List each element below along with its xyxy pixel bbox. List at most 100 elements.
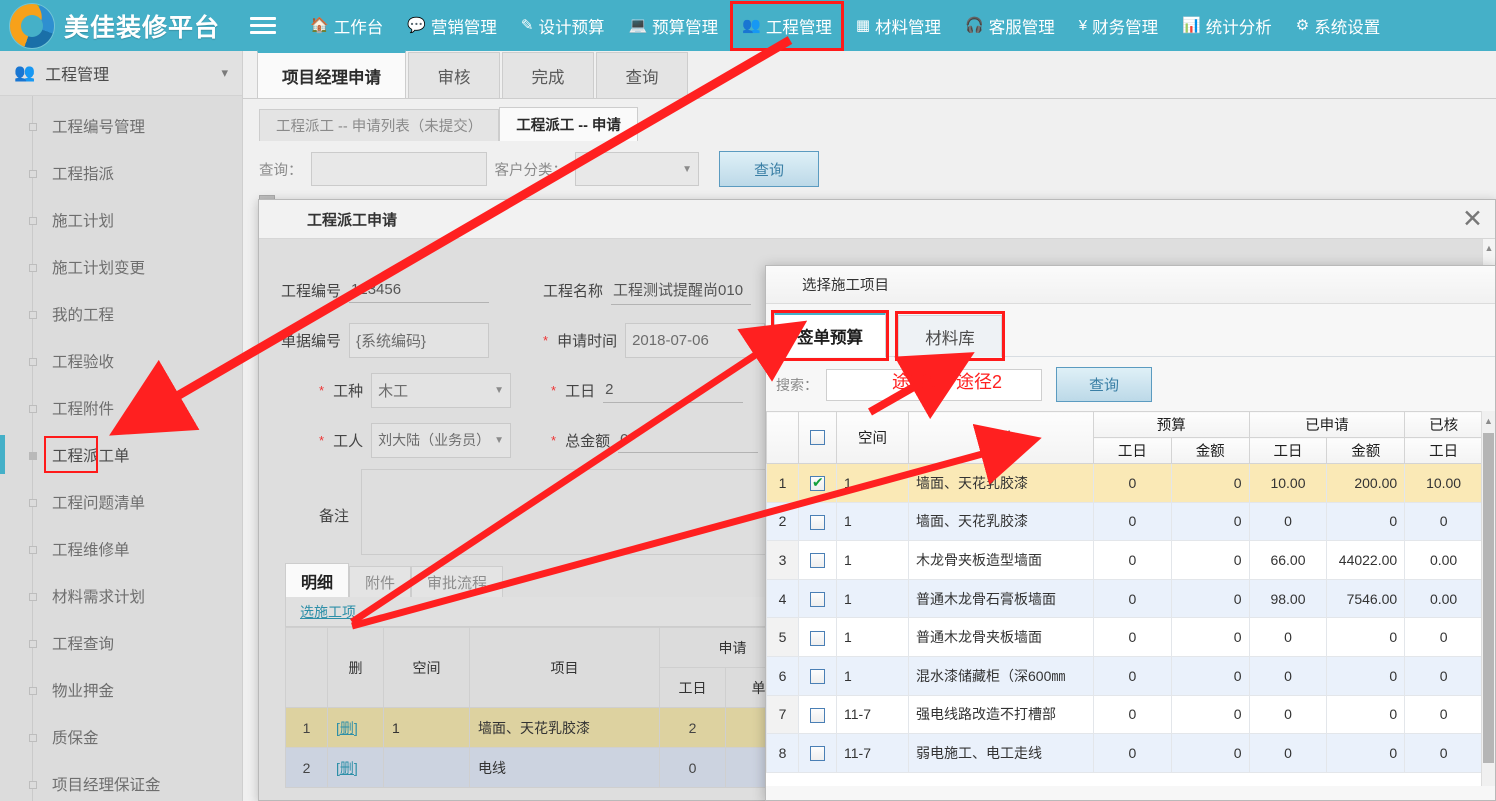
sidebar-item-warranty-deposit[interactable]: 质保金 bbox=[0, 713, 242, 760]
sidebar-item-pm-guarantee-deposit[interactable]: 项目经理保证金 bbox=[0, 760, 242, 801]
close-icon[interactable]: ✕ bbox=[1462, 207, 1483, 232]
hamburger-icon[interactable] bbox=[250, 13, 276, 38]
sidebar-item-problem-list[interactable]: 工程问题清单 bbox=[0, 478, 242, 525]
inner-cell-checkbox[interactable] bbox=[799, 579, 837, 618]
scroll-up-icon[interactable]: ▲ bbox=[1482, 411, 1495, 431]
field-value[interactable]: 2018-07-06 bbox=[625, 323, 765, 358]
worker-select[interactable]: 刘大陆（业务员） ▼ bbox=[371, 423, 511, 458]
sidebar-item-dispatch-order[interactable]: 工程派工单 bbox=[0, 431, 242, 478]
nav-item-marketing[interactable]: 💬 营销管理 bbox=[395, 1, 509, 51]
field-value[interactable]: {系统编码} bbox=[349, 323, 489, 358]
sidebar-item-repair-order[interactable]: 工程维修单 bbox=[0, 525, 242, 572]
inner-query-button[interactable]: 查询 bbox=[1056, 367, 1152, 402]
sidebar-item-my-projects[interactable]: 我的工程 bbox=[0, 290, 242, 337]
inner-cell-checkbox[interactable] bbox=[799, 656, 837, 695]
inner-search-input[interactable] bbox=[826, 369, 1042, 401]
field-value[interactable]: 2 bbox=[603, 377, 743, 403]
inner-cell-checkbox[interactable] bbox=[799, 695, 837, 734]
detail-tab-items[interactable]: 明细 bbox=[285, 563, 349, 597]
query-button[interactable]: 查询 bbox=[719, 151, 819, 187]
sidebar-item-project-assign[interactable]: 工程指派 bbox=[0, 149, 242, 196]
nav-item-statistics[interactable]: 📊 统计分析 bbox=[1170, 1, 1284, 51]
inner-grid-vertical-scrollbar[interactable]: ▲ bbox=[1481, 411, 1495, 786]
nav-item-workbench[interactable]: 🏠 工作台 bbox=[298, 1, 395, 51]
inner-cell-checkbox[interactable] bbox=[799, 734, 837, 773]
detail-delete-link[interactable]: [删] bbox=[328, 708, 384, 748]
inner-cell-checkbox[interactable] bbox=[799, 502, 837, 541]
table-row[interactable]: 7 11-7 强电线路改造不打槽部 0 0 0 0 0 bbox=[767, 695, 1483, 734]
detail-col-delete[interactable]: 删 bbox=[328, 628, 384, 708]
customer-category-select[interactable]: ▼ bbox=[575, 152, 699, 186]
nav-items: 🏠 工作台 💬 营销管理 ✎ 设计预算 💻 预算管理 👥 工程管理 ▦ bbox=[298, 1, 1392, 51]
inner-col-space[interactable]: 空间 bbox=[837, 412, 909, 464]
field-value[interactable]: 工程测试提醒尚010 bbox=[611, 275, 751, 305]
nav-item-project-mgmt[interactable]: 👥 工程管理 bbox=[730, 1, 844, 51]
detail-col-item[interactable]: 项目 bbox=[470, 628, 660, 708]
select-construction-item-link[interactable]: 选施工项 bbox=[300, 602, 356, 622]
row-checkbox[interactable] bbox=[810, 553, 825, 568]
subtab-application[interactable]: 工程派工 -- 申请 bbox=[499, 107, 638, 141]
select-all-checkbox[interactable] bbox=[810, 430, 825, 445]
inner-cell-checkbox[interactable] bbox=[799, 464, 837, 503]
nav-item-customer-service[interactable]: 🎧 客服管理 bbox=[953, 1, 1067, 51]
table-row[interactable]: 8 11-7 弱电施工、电工走线 0 0 0 0 0 bbox=[767, 734, 1483, 773]
sidebar-item-property-deposit[interactable]: 物业押金 bbox=[0, 666, 242, 713]
nav-item-budget-mgmt[interactable]: 💻 预算管理 bbox=[616, 1, 730, 51]
row-checkbox[interactable] bbox=[810, 476, 825, 491]
search-input[interactable] bbox=[311, 152, 487, 186]
detail-tab-approval-flow[interactable]: 审批流程 bbox=[411, 566, 503, 597]
row-checkbox[interactable] bbox=[810, 669, 825, 684]
sidebar-item-construction-plan[interactable]: 施工计划 bbox=[0, 196, 242, 243]
detail-col-workday[interactable]: 工日 bbox=[660, 668, 726, 708]
subtab-application-list[interactable]: 工程派工 -- 申请列表（未提交） bbox=[259, 109, 499, 141]
field-label: 总金额 bbox=[565, 430, 610, 451]
row-checkbox[interactable] bbox=[810, 592, 825, 607]
row-checkbox[interactable] bbox=[810, 631, 825, 646]
row-checkbox[interactable] bbox=[810, 515, 825, 530]
detail-delete-link[interactable]: [删] bbox=[328, 748, 384, 788]
inner-cell-checkbox[interactable] bbox=[799, 541, 837, 580]
inner-col-budget-amount[interactable]: 金额 bbox=[1171, 438, 1249, 464]
table-row[interactable]: 6 1 混水漆储藏柜（深600㎜ 0 0 0 0 0 bbox=[767, 656, 1483, 695]
field-value[interactable]: 0 bbox=[618, 427, 758, 453]
table-row[interactable]: 5 1 普通木龙骨夹板墙面 0 0 0 0 0 bbox=[767, 618, 1483, 657]
inner-cell-index: 3 bbox=[767, 541, 799, 580]
nav-item-design-budget[interactable]: ✎ 设计预算 bbox=[509, 1, 617, 51]
sidebar-group-header[interactable]: 👥 工程管理 ▾ bbox=[0, 51, 242, 96]
tab-material-library[interactable]: 材料库 bbox=[898, 315, 1002, 357]
tab-pm-application[interactable]: 项目经理申请 bbox=[257, 50, 406, 98]
inner-col-applied-amount[interactable]: 金额 bbox=[1327, 438, 1405, 464]
sidebar-item-project-attachment[interactable]: 工程附件 bbox=[0, 384, 242, 431]
inner-col-verified-workday[interactable]: 工日 bbox=[1405, 438, 1483, 464]
sidebar-item-label: 工程维修单 bbox=[52, 538, 130, 560]
sidebar-item-project-acceptance[interactable]: 工程验收 bbox=[0, 337, 242, 384]
sidebar-item-project-number[interactable]: 工程编号管理 bbox=[0, 102, 242, 149]
worktype-select[interactable]: 木工 ▼ bbox=[371, 373, 511, 408]
detail-tab-attachments[interactable]: 附件 bbox=[349, 566, 411, 597]
inner-cell-checkbox[interactable] bbox=[799, 618, 837, 657]
sidebar-item-construction-plan-change[interactable]: 施工计划变更 bbox=[0, 243, 242, 290]
inner-col-budget-workday[interactable]: 工日 bbox=[1094, 438, 1172, 464]
table-row[interactable]: 4 1 普通木龙骨石膏板墙面 0 0 98.00 7546.00 0.00 bbox=[767, 579, 1483, 618]
row-checkbox[interactable] bbox=[810, 708, 825, 723]
inner-cell-space: 1 bbox=[837, 656, 909, 695]
nav-item-finance[interactable]: ¥ 财务管理 bbox=[1067, 1, 1170, 51]
table-row[interactable]: 1 1 墙面、天花乳胶漆 0 0 10.00 200.00 10.00 bbox=[767, 464, 1483, 503]
sidebar-item-material-demand-plan[interactable]: 材料需求计划 bbox=[0, 572, 242, 619]
tab-query[interactable]: 查询 bbox=[596, 52, 688, 98]
row-checkbox[interactable] bbox=[810, 746, 825, 761]
sidebar-item-project-query[interactable]: 工程查询 bbox=[0, 619, 242, 666]
field-value[interactable]: 123456 bbox=[349, 277, 489, 303]
table-row[interactable]: 2 1 墙面、天花乳胶漆 0 0 0 0 0 bbox=[767, 502, 1483, 541]
inner-col-name[interactable]: 名称 bbox=[909, 412, 1094, 464]
tab-signed-budget[interactable]: 签单预算 bbox=[774, 312, 886, 357]
nav-item-system-settings[interactable]: ⚙ 系统设置 bbox=[1284, 1, 1392, 51]
table-row[interactable]: 3 1 木龙骨夹板造型墙面 0 0 66.00 44022.00 0.00 bbox=[767, 541, 1483, 580]
tab-review[interactable]: 审核 bbox=[408, 52, 500, 98]
detail-col-space[interactable]: 空间 bbox=[384, 628, 470, 708]
tab-complete[interactable]: 完成 bbox=[502, 52, 594, 98]
nav-item-material-mgmt[interactable]: ▦ 材料管理 bbox=[844, 1, 953, 51]
scrollbar-thumb[interactable] bbox=[1483, 433, 1494, 763]
inner-col-applied-workday[interactable]: 工日 bbox=[1249, 438, 1327, 464]
inner-cell-budget-amount: 0 bbox=[1171, 579, 1249, 618]
